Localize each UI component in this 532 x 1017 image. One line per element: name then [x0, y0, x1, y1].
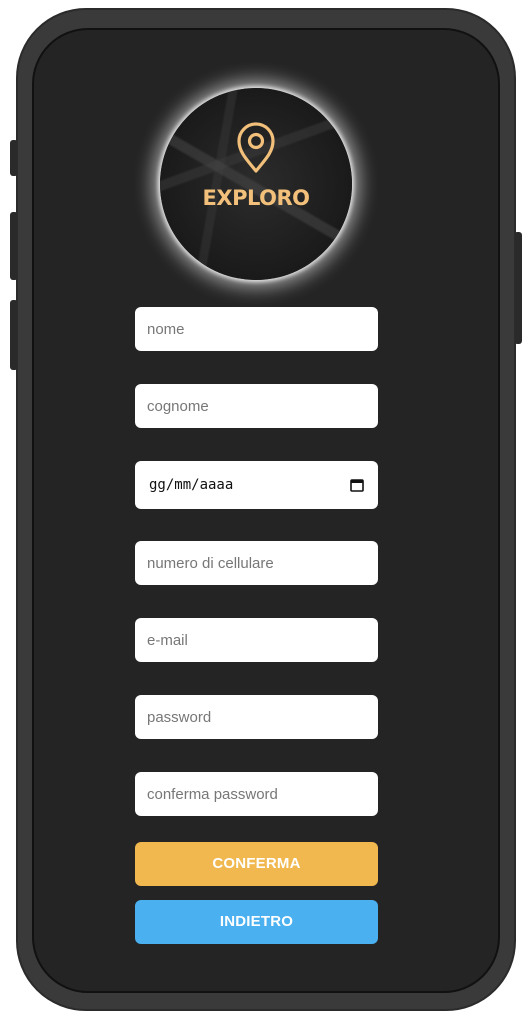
app-logo: EXPLORO — [160, 88, 352, 280]
nome-input[interactable] — [135, 307, 378, 351]
stage: EXPLORO gg/mm/aaaa CONFERMA INDIETRO — [0, 0, 532, 1017]
password-input[interactable] — [135, 695, 378, 739]
confirm-password-input[interactable] — [135, 772, 378, 816]
date-format-text: gg/mm/aaaa — [149, 477, 234, 493]
phone-input[interactable] — [135, 541, 378, 585]
calendar-icon[interactable] — [350, 478, 364, 492]
email-input[interactable] — [135, 618, 378, 662]
back-button[interactable]: INDIETRO — [135, 900, 378, 944]
birthdate-input[interactable]: gg/mm/aaaa — [135, 461, 378, 509]
map-pin-icon — [237, 122, 275, 173]
confirm-button[interactable]: CONFERMA — [135, 842, 378, 886]
cognome-input[interactable] — [135, 384, 378, 428]
brand-name: EXPLORO — [202, 186, 310, 210]
